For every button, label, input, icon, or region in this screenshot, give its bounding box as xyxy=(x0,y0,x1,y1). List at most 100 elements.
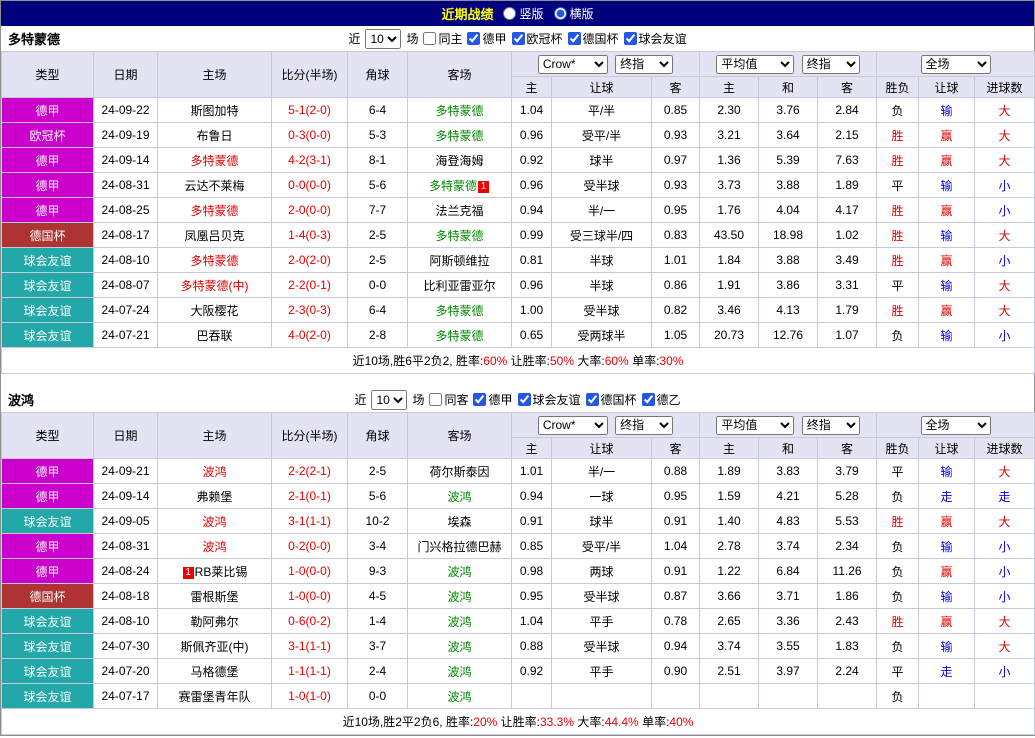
league-filter[interactable]: 德甲 xyxy=(473,391,512,408)
col-away: 客场 xyxy=(408,413,512,459)
odds-cell: 1.00 xyxy=(512,298,552,323)
score-cell: 2-3(0-3) xyxy=(272,298,348,323)
team-name: 马格德堡 xyxy=(190,665,238,679)
away-team-cell: 波鸿 xyxy=(408,659,512,684)
result-cell: 负 xyxy=(877,684,919,709)
league-checkbox[interactable] xyxy=(467,32,480,45)
odds-cell: 受平/半 xyxy=(552,534,652,559)
same-venue-checkbox[interactable] xyxy=(423,32,436,45)
corner-cell: 2-5 xyxy=(348,459,408,484)
home-team-cell: 多特蒙德(中) xyxy=(158,273,272,298)
score-cell: 1-4(0-3) xyxy=(272,223,348,248)
score-cell: 0-2(0-0) xyxy=(272,534,348,559)
scope-select[interactable]: 全场 xyxy=(921,416,991,435)
col-date: 日期 xyxy=(94,413,158,459)
corner-cell: 8-1 xyxy=(348,148,408,173)
league-filter[interactable]: 德国杯 xyxy=(586,391,637,408)
league-checkbox[interactable] xyxy=(518,393,531,406)
col-odds-handicap: 让球 xyxy=(552,77,652,98)
avg-odds-cell: 3.83 xyxy=(759,459,818,484)
corner-cell: 2-8 xyxy=(348,323,408,348)
avg-group-header: 平均值 终指 xyxy=(700,52,877,77)
view-option-vertical[interactable]: 竖版 xyxy=(503,5,543,22)
team-name: 斯佩齐亚(中) xyxy=(181,640,249,654)
avg-odds-cell: 1.89 xyxy=(818,173,877,198)
scope-select[interactable]: 全场 xyxy=(921,55,991,74)
team-name: 多特蒙德 xyxy=(429,179,477,193)
odds-source-select[interactable]: Crow* xyxy=(538,416,608,435)
home-team-cell: 波鸿 xyxy=(158,534,272,559)
avg-kind-select[interactable]: 终指 xyxy=(802,55,860,74)
corner-cell: 0-0 xyxy=(348,273,408,298)
odds-cell: 1.04 xyxy=(652,534,700,559)
odds-kind-select[interactable]: 终指 xyxy=(615,416,673,435)
league-label: 德甲 xyxy=(488,391,512,408)
recent-count-select[interactable]: 10 xyxy=(365,29,401,49)
odds-kind-select[interactable]: 终指 xyxy=(615,55,673,74)
home-team-cell: 1RB莱比锡 xyxy=(158,559,272,584)
match-row: 球会友谊24-08-10勒阿弗尔0-6(0-2)1-4波鸿1.04平手0.782… xyxy=(2,609,1035,634)
match-row: 德甲24-08-31波鸿0-2(0-0)3-4门兴格拉德巴赫0.85受平/半1.… xyxy=(2,534,1035,559)
red-card-badge: 1 xyxy=(183,567,194,579)
match-row: 球会友谊24-07-20马格德堡1-1(1-1)2-4波鸿0.92平手0.902… xyxy=(2,659,1035,684)
team-name: 波鸿 xyxy=(202,540,226,554)
league-filter[interactable]: 德乙 xyxy=(642,391,681,408)
same-venue-checkbox[interactable] xyxy=(429,393,442,406)
handicap-result-cell: 走 xyxy=(919,659,975,684)
odds-cell: 1.01 xyxy=(652,248,700,273)
league-filter[interactable]: 球会友谊 xyxy=(518,391,581,408)
away-team-cell: 荷尔斯泰因 xyxy=(408,459,512,484)
odds-cell: 球半 xyxy=(552,509,652,534)
match-row: 德甲24-09-14弗赖堡2-1(0-1)5-6波鸿0.94一球0.951.59… xyxy=(2,484,1035,509)
league-filter[interactable]: 德国杯 xyxy=(568,30,619,47)
league-filter[interactable]: 球会友谊 xyxy=(624,30,687,47)
same-venue-filter[interactable]: 同客 xyxy=(429,391,468,408)
summary-row: 近10场,胜2平2负6, 胜率:20% 让胜率:33.3% 大率:44.4% 单… xyxy=(2,709,1035,735)
avg-odds-cell: 3.46 xyxy=(700,298,759,323)
league-checkbox[interactable] xyxy=(642,393,655,406)
league-checkbox[interactable] xyxy=(473,393,486,406)
score-cell: 2-2(0-1) xyxy=(272,273,348,298)
odds-cell: 半球 xyxy=(552,273,652,298)
score-cell: 4-0(2-0) xyxy=(272,323,348,348)
view-option-horizontal[interactable]: 横版 xyxy=(554,5,594,22)
same-venue-filter[interactable]: 同主 xyxy=(423,30,462,47)
corner-cell: 7-7 xyxy=(348,198,408,223)
recent-count-select[interactable]: 10 xyxy=(371,390,407,410)
goals-result-cell: 大 xyxy=(975,634,1035,659)
horizontal-radio[interactable] xyxy=(554,7,567,20)
odds-source-select[interactable]: Crow* xyxy=(538,55,608,74)
col-avg-draw: 和 xyxy=(759,77,818,98)
summary-prefix: 近10场,胜6平2负2, xyxy=(353,354,456,368)
league-checkbox[interactable] xyxy=(624,32,637,45)
avg-source-select[interactable]: 平均值 xyxy=(716,55,794,74)
team-name: 弗赖堡 xyxy=(196,490,232,504)
avg-kind-select[interactable]: 终指 xyxy=(802,416,860,435)
goals-result-cell: 小 xyxy=(975,559,1035,584)
team-name: 凤凰吕贝克 xyxy=(184,229,244,243)
handicap-result-cell: 赢 xyxy=(919,609,975,634)
result-cell: 负 xyxy=(877,98,919,123)
avg-source-select[interactable]: 平均值 xyxy=(716,416,794,435)
recent-results-page: 近期战绩 竖版 横版 多特蒙德 近 10 场 同主 德甲 xyxy=(0,0,1035,736)
league-filter[interactable]: 德甲 xyxy=(467,30,506,47)
league-checkbox[interactable] xyxy=(586,393,599,406)
result-cell: 负 xyxy=(877,484,919,509)
league-badge: 德甲 xyxy=(2,98,94,123)
league-checkbox[interactable] xyxy=(568,32,581,45)
vertical-radio[interactable] xyxy=(503,7,516,20)
league-filter[interactable]: 欧冠杯 xyxy=(512,30,563,47)
scope-group-header: 全场 xyxy=(877,52,1035,77)
home-team-cell: 波鸿 xyxy=(158,509,272,534)
summary-text: 近10场,胜6平2负2, 胜率:60% 让胜率:50% 大率:60% 单率:30… xyxy=(2,348,1035,374)
league-checkbox[interactable] xyxy=(512,32,525,45)
home-team-cell: 巴吞联 xyxy=(158,323,272,348)
team-name: RB莱比锡 xyxy=(195,565,248,579)
goals-result-cell: 小 xyxy=(975,198,1035,223)
odds-cell: 受平/半 xyxy=(552,123,652,148)
odds-cell: 0.88 xyxy=(652,459,700,484)
handicap-result-cell: 输 xyxy=(919,459,975,484)
date-cell: 24-08-17 xyxy=(94,223,158,248)
handicap-result-cell: 赢 xyxy=(919,559,975,584)
league-badge: 德甲 xyxy=(2,459,94,484)
